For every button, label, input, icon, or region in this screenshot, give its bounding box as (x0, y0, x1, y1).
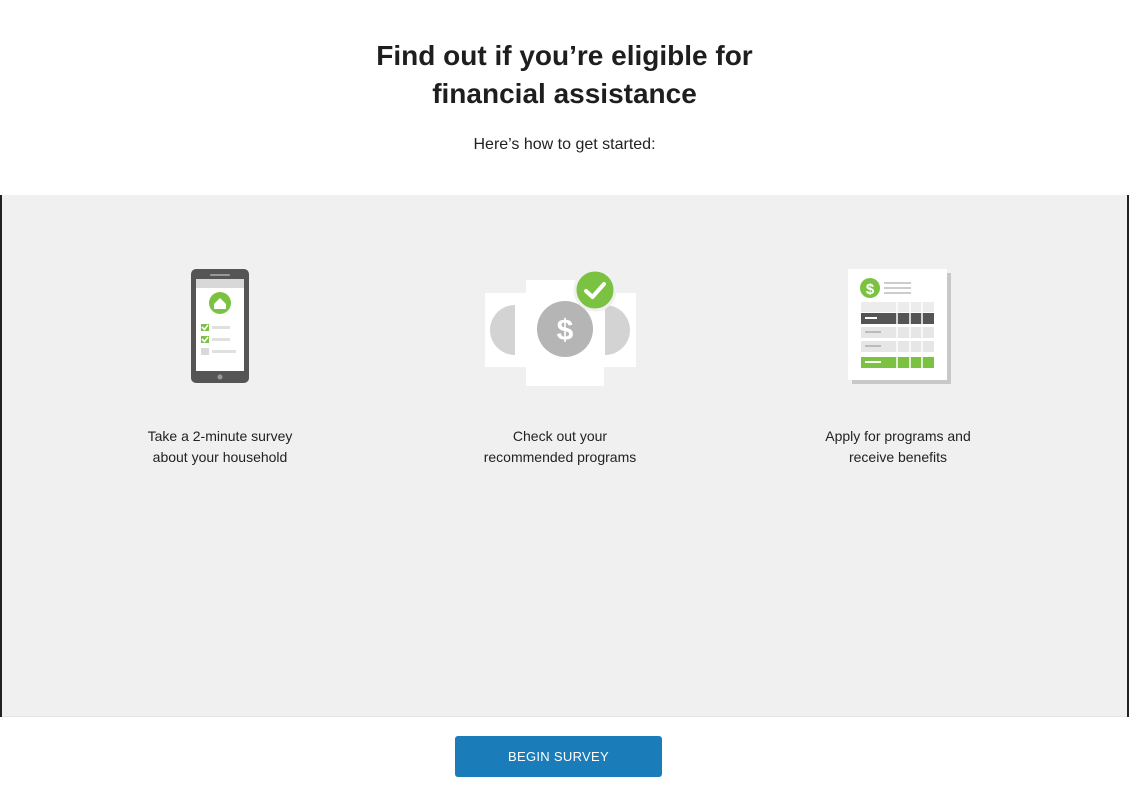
page-title-line2: financial assistance (432, 78, 697, 109)
step-survey-caption: Take a 2-minute survey about your househ… (70, 426, 370, 468)
step-survey-caption-line1: Take a 2-minute survey (147, 428, 293, 444)
step-apply: $ Apply for programs and receive benefit… (748, 195, 1048, 716)
page-subtitle: Here’s how to get started: (473, 136, 656, 153)
step-apply-caption: Apply for programs and receive benefits (748, 426, 1048, 468)
phone-survey-icon (70, 265, 370, 390)
step-survey-caption-line2: about your household (152, 449, 288, 465)
page-title: Find out if you’re eligible for financia… (0, 37, 1129, 113)
step-programs-caption-line2: recommended programs (483, 449, 637, 465)
page-title-line1: Find out if you’re eligible for (376, 40, 753, 71)
step-apply-caption-line1: Apply for programs and (825, 428, 971, 444)
application-form-icon: $ (748, 269, 1048, 394)
step-survey: Take a 2-minute survey about your househ… (70, 195, 370, 716)
page-header: Find out if you’re eligible for financia… (0, 0, 1129, 195)
svg-text:$: $ (557, 314, 574, 347)
begin-survey-button[interactable]: BEGIN SURVEY (455, 736, 662, 777)
step-apply-caption-line2: receive benefits (848, 449, 948, 465)
programs-check-icon: $ (410, 263, 710, 388)
steps-panel: Take a 2-minute survey about your househ… (2, 195, 1127, 717)
step-programs: $ Check out your recommended programs (410, 195, 710, 716)
svg-text:$: $ (866, 281, 875, 298)
step-programs-caption-line1: Check out your (512, 428, 608, 444)
page-footer: BEGIN SURVEY (0, 717, 1129, 789)
step-programs-caption: Check out your recommended programs (410, 426, 710, 468)
